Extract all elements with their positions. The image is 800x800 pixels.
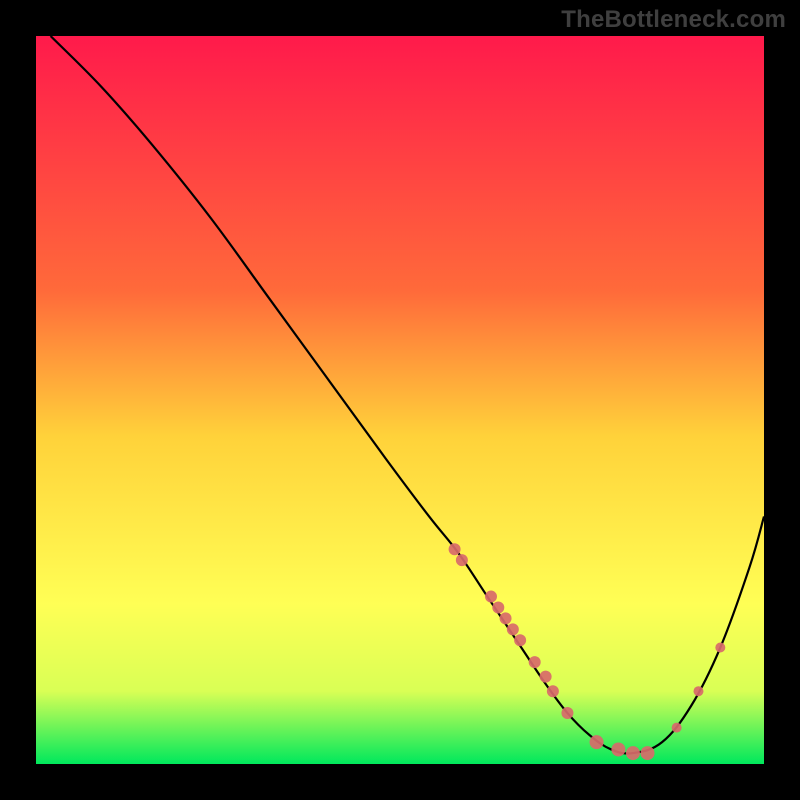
chart-svg: [36, 36, 764, 764]
scatter-point: [456, 554, 468, 566]
scatter-point: [485, 591, 497, 603]
scatter-point: [500, 612, 512, 624]
scatter-point: [514, 634, 526, 646]
plot-area: [36, 36, 764, 764]
scatter-point: [693, 686, 703, 696]
scatter-point: [540, 671, 552, 683]
gradient-background: [36, 36, 764, 764]
scatter-point: [641, 746, 655, 760]
scatter-point: [611, 742, 625, 756]
scatter-point: [449, 543, 461, 555]
scatter-point: [672, 723, 682, 733]
scatter-point: [590, 735, 604, 749]
scatter-point: [529, 656, 541, 668]
watermark-text: TheBottleneck.com: [561, 6, 786, 34]
scatter-point: [547, 685, 559, 697]
scatter-point: [561, 707, 573, 719]
scatter-point: [715, 643, 725, 653]
scatter-point: [626, 746, 640, 760]
chart-frame: TheBottleneck.com: [0, 0, 800, 800]
scatter-point: [507, 623, 519, 635]
scatter-point: [492, 601, 504, 613]
